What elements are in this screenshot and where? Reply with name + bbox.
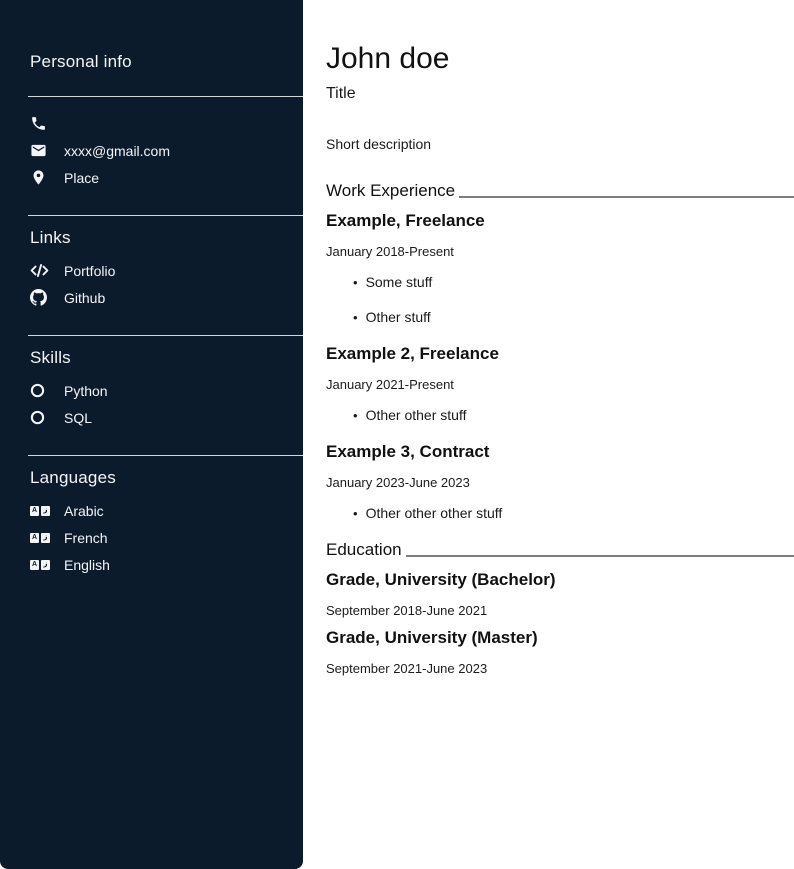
translate-icon-letter: A — [30, 533, 39, 543]
language-item: Aز French — [0, 524, 303, 551]
work-entry-title: Example 3, Contract — [326, 442, 794, 462]
work-entry-date: January 2021-Present — [326, 377, 794, 392]
work-experience-heading-text: Work Experience — [326, 181, 455, 201]
place-icon — [30, 169, 50, 186]
translate-icon-letter: ز — [41, 506, 50, 516]
education-entry-title: Grade, University (Bachelor) — [326, 570, 794, 590]
personal-info-rule — [28, 96, 303, 97]
github-icon — [30, 289, 50, 306]
education-heading: Education — [326, 540, 794, 560]
languages-heading: Languages — [30, 468, 303, 488]
skill-label: SQL — [64, 410, 92, 426]
link-github-label: Github — [64, 290, 105, 306]
short-description: Short description — [326, 136, 794, 152]
education-entry-date: September 2021-June 2023 — [326, 661, 794, 676]
work-entry-date: January 2018-Present — [326, 244, 794, 259]
translate-icon-letter: ز — [41, 533, 50, 543]
work-experience-heading: Work Experience — [326, 181, 794, 201]
translate-icon-letter: ز — [41, 560, 50, 570]
bullet-text: Some stuff — [366, 274, 433, 290]
translate-icon: Aز — [30, 533, 50, 543]
sidebar: Personal info xxxx@gmail.com Place Links — [0, 0, 303, 869]
bullet-text: Other stuff — [366, 309, 431, 325]
education-section: Education Grade, University (Bachelor) S… — [326, 540, 794, 676]
main-content: John doe Title Short description Work Ex… — [303, 0, 794, 869]
skill-label: Python — [64, 383, 108, 399]
education-entry-title: Grade, University (Master) — [326, 628, 794, 648]
bullet-text: Other other other stuff — [366, 505, 503, 521]
work-entry-bullets: • Some stuff • Other stuff — [353, 274, 794, 325]
work-entry: Example 2, Freelance January 2021-Presen… — [326, 344, 794, 423]
translate-icon: Aز — [30, 560, 50, 570]
bullet-item: • Other other stuff — [353, 407, 794, 423]
section-rule — [406, 555, 794, 557]
languages-divider — [28, 455, 303, 456]
language-label: French — [64, 530, 108, 546]
language-item: Aز English — [0, 551, 303, 578]
resume-page: Personal info xxxx@gmail.com Place Links — [0, 0, 794, 869]
bullet-item: • Some stuff — [353, 274, 794, 290]
bullet-item: • Other stuff — [353, 309, 794, 325]
phone-row — [0, 110, 303, 137]
education-entry-date: September 2018-June 2021 — [326, 603, 794, 618]
candidate-title: Title — [326, 85, 794, 103]
translate-icon-letter: A — [30, 506, 39, 516]
email-value: xxxx@gmail.com — [64, 143, 170, 159]
work-entry-bullets: • Other other other stuff — [353, 505, 794, 521]
phone-icon — [30, 115, 50, 132]
bullet-dot: • — [353, 506, 358, 521]
skills-divider — [28, 335, 303, 336]
skill-item: SQL — [0, 404, 303, 431]
work-entry-bullets: • Other other stuff — [353, 407, 794, 423]
work-entry-title: Example 2, Freelance — [326, 344, 794, 364]
education-heading-text: Education — [326, 540, 402, 560]
education-entry: Grade, University (Bachelor) September 2… — [326, 570, 794, 618]
section-rule — [459, 196, 794, 198]
email-row: xxxx@gmail.com — [0, 137, 303, 164]
personal-info-heading: Personal info — [30, 52, 303, 72]
email-icon — [30, 142, 50, 159]
translate-icon: Aز — [30, 506, 50, 516]
bullet-item: • Other other other stuff — [353, 505, 794, 521]
work-entry: Example 3, Contract January 2023-June 20… — [326, 442, 794, 521]
place-row: Place — [0, 164, 303, 191]
language-item: Aز Arabic — [0, 497, 303, 524]
skills-heading: Skills — [30, 348, 303, 368]
bullet-text: Other other stuff — [366, 407, 467, 423]
bullet-dot: • — [353, 408, 358, 423]
link-github[interactable]: Github — [0, 284, 303, 311]
place-value: Place — [64, 170, 99, 186]
circle-outline-icon — [30, 410, 50, 425]
links-divider — [28, 215, 303, 216]
candidate-name: John doe — [326, 42, 794, 76]
work-entry-date: January 2023-June 2023 — [326, 475, 794, 490]
language-label: English — [64, 557, 110, 573]
code-icon — [30, 263, 50, 278]
bullet-dot: • — [353, 310, 358, 325]
circle-outline-icon — [30, 383, 50, 398]
work-entry-title: Example, Freelance — [326, 211, 794, 231]
bullet-dot: • — [353, 275, 358, 290]
skill-item: Python — [0, 377, 303, 404]
link-portfolio-label: Portfolio — [64, 263, 115, 279]
links-heading: Links — [30, 228, 303, 248]
translate-icon-letter: A — [30, 560, 39, 570]
work-entry: Example, Freelance January 2018-Present … — [326, 211, 794, 325]
education-entry: Grade, University (Master) September 202… — [326, 628, 794, 676]
link-portfolio[interactable]: Portfolio — [0, 257, 303, 284]
language-label: Arabic — [64, 503, 104, 519]
